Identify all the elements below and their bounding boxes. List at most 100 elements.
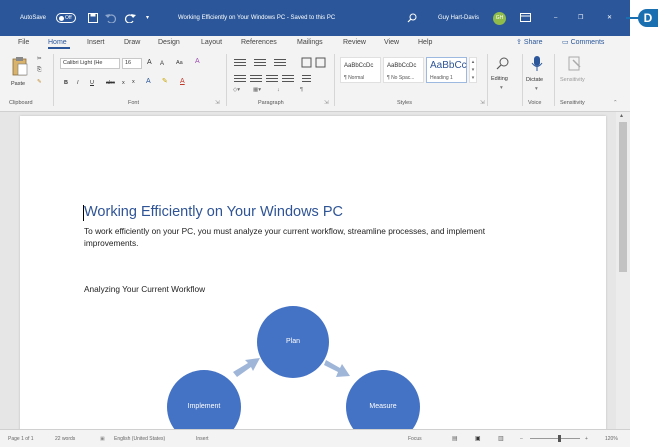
redo-icon[interactable] [124,13,136,23]
search-icon[interactable] [407,13,417,23]
group-divider [554,54,555,106]
web-layout-icon[interactable]: ▥ [498,435,504,443]
ribbon-display-icon[interactable] [520,13,531,22]
tab-insert[interactable]: Insert [87,38,105,48]
font-size-select[interactable]: 16 [122,58,142,69]
styles-gallery-scroll[interactable]: ▴ ▾ ▾ [469,57,477,83]
print-layout-icon[interactable]: ▣ [475,435,481,443]
zoom-in-icon[interactable]: + [585,435,588,443]
comments-label: Comments [570,39,605,46]
arrow-plan-to-measure [324,360,350,377]
customize-quick-access-icon[interactable]: ▾ [146,14,149,23]
font-dialog-launcher-icon[interactable]: ⇲ [215,99,220,107]
clipboard-group-label: Clipboard [9,100,33,106]
autosave-toggle[interactable]: Off [56,13,76,23]
proofing-icon[interactable]: ▣ [100,435,105,443]
tab-design[interactable]: Design [158,38,180,48]
comments-button[interactable]: ▭ Comments [562,38,604,48]
language-indicator[interactable]: English (United States) [114,435,165,443]
sensitivity-icon[interactable] [568,56,582,72]
read-mode-icon[interactable]: ▤ [452,435,458,443]
tab-review[interactable]: Review [343,38,366,48]
ribbon-tabs: File Home Insert Draw Design Layout Refe… [0,36,630,50]
close-button[interactable]: ✕ [607,14,612,23]
tab-view[interactable]: View [384,38,399,48]
minimize-button[interactable]: – [554,14,557,23]
zoom-out-icon[interactable]: – [520,435,523,443]
tab-file[interactable]: File [18,38,29,48]
word-count[interactable]: 22 words [55,435,75,443]
tab-help[interactable]: Help [418,38,432,48]
superscript-button[interactable]: x [132,78,135,86]
italic-button[interactable]: I [77,79,79,87]
pilcrow-icon[interactable]: ¶ [300,86,303,94]
shrink-font-button[interactable]: A [160,60,164,68]
style-normal[interactable]: AaBbCcDc ¶ Normal [340,57,381,83]
sensitivity-button[interactable]: Sensitivity [560,76,585,84]
restore-button[interactable]: ❐ [578,14,583,23]
callout-badge: D [638,9,658,27]
share-label: Share [523,39,543,46]
copy-icon[interactable]: ⎘ [37,66,41,74]
insert-mode-indicator[interactable]: Insert [196,435,209,443]
undo-icon[interactable] [105,13,117,23]
zoom-level[interactable]: 120% [605,435,618,443]
cycle-diagram-arrows [233,358,350,377]
styles-dialog-launcher-icon[interactable]: ⇲ [480,99,485,107]
style-sample: AaBbCcDc [344,63,374,69]
avatar[interactable]: GH [493,12,506,25]
sort-icon[interactable]: ↓ [277,86,280,94]
dictate-chevron-icon: ▾ [535,86,538,92]
title-bar: AutoSave Off ▾ Working Efficiently on Yo… [0,0,630,36]
tab-draw[interactable]: Draw [124,38,140,48]
group-divider [226,54,227,106]
tab-layout[interactable]: Layout [201,38,222,48]
group-divider [334,54,335,106]
paragraph-dialog-launcher-icon[interactable]: ⇲ [324,99,329,107]
zoom-slider[interactable] [530,438,580,439]
style-no-spacing[interactable]: AaBbCcDc ¶ No Spac... [383,57,424,83]
borders-icon[interactable]: ▦▾ [253,86,261,94]
zoom-slider-handle[interactable] [558,435,561,442]
font-name-select[interactable]: Calibri Light (He [60,58,120,69]
document-title: Working Efficiently on Your Windows PC -… [178,15,336,21]
share-button[interactable]: ⇪ Share [516,38,543,48]
microphone-icon[interactable] [530,55,544,73]
save-icon[interactable] [88,13,98,23]
scrollbar-thumb[interactable] [619,122,627,272]
scroll-up-icon[interactable]: ▴ [620,112,623,119]
underline-button[interactable]: U [90,79,94,87]
editing-search-icon[interactable] [496,56,510,70]
grow-font-button[interactable]: A [147,59,152,67]
format-painter-icon[interactable]: ✎ [37,78,42,86]
text-effects-icon[interactable]: A [146,78,151,86]
focus-button[interactable]: Focus [408,435,422,443]
styles-group-label: Styles [397,100,412,106]
dictate-button[interactable]: Dictate [526,76,543,84]
vertical-scrollbar[interactable]: ▴ [616,112,630,429]
tab-mailings[interactable]: Mailings [297,38,323,48]
user-name: Guy Hart-Davis [438,15,480,21]
document-page[interactable]: Working Efficiently on Your Windows PC T… [20,116,606,444]
style-heading-1[interactable]: AaBbCc Heading 1 [426,57,467,83]
cut-icon[interactable]: ✂ [37,55,42,63]
paste-icon[interactable] [12,56,28,76]
strikethrough-button[interactable]: abc [106,79,115,87]
page-count[interactable]: Page 1 of 1 [8,435,34,443]
diagram-node-plan[interactable]: Plan [257,306,329,378]
shading-icon[interactable]: ◇▾ [233,86,240,94]
tab-references[interactable]: References [241,38,277,48]
subscript-button[interactable]: x [122,79,125,87]
status-bar: Page 1 of 1 22 words ▣ English (United S… [0,429,630,447]
bold-button[interactable]: B [64,79,68,87]
collapse-ribbon-icon[interactable]: ⌃ [613,99,618,107]
editing-button[interactable]: Editing [491,75,508,83]
style-name: ¶ No Spac... [387,75,415,81]
change-case-button[interactable]: Aa [176,59,183,67]
font-group-label: Font [128,100,140,106]
clear-formatting-icon[interactable]: A [195,58,200,66]
style-sample: AaBbCc [430,60,467,71]
font-color-icon[interactable]: A [180,78,185,86]
style-name: Heading 1 [430,75,453,81]
highlight-icon[interactable]: ✎ [162,78,168,86]
